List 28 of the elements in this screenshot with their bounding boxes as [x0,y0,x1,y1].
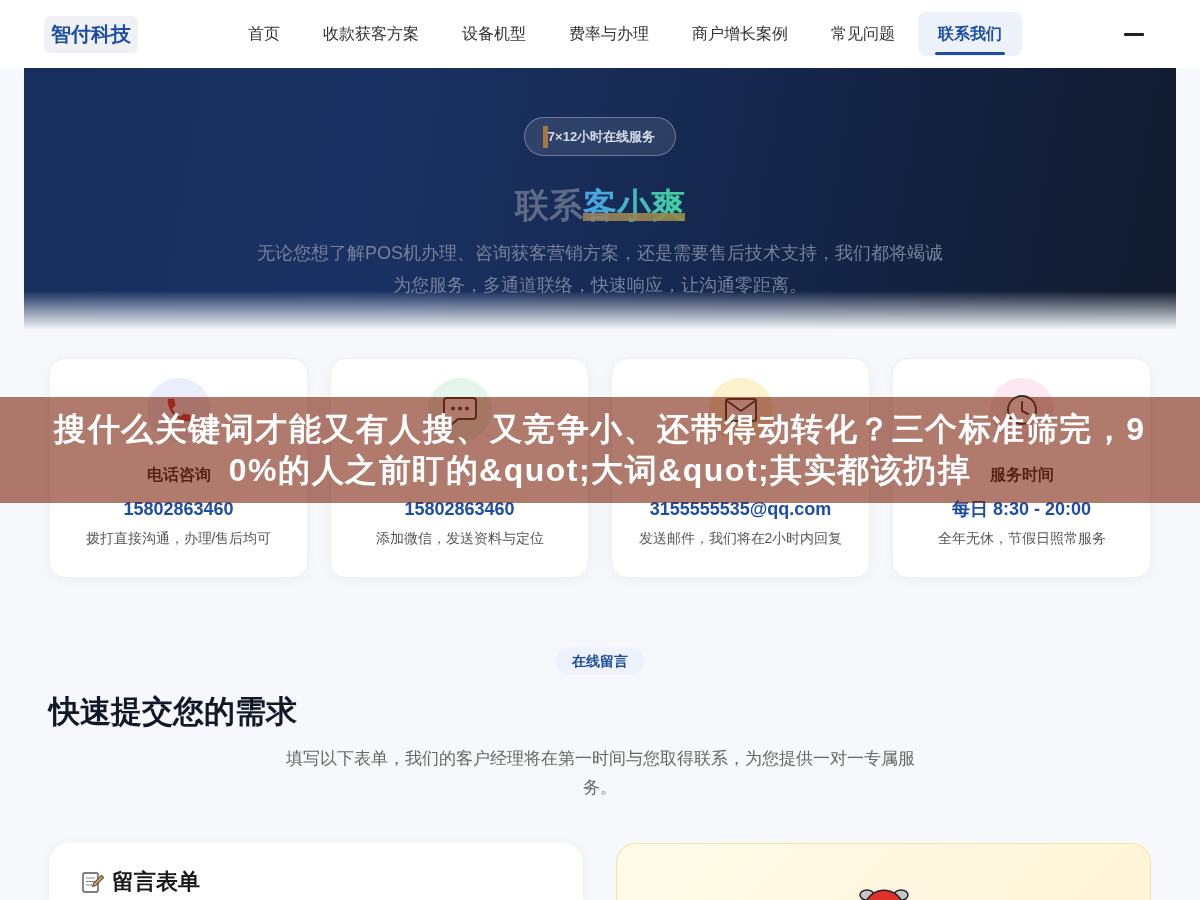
nav-link[interactable]: 常见问题 [811,12,915,56]
nav-link[interactable]: 费率与办理 [549,12,669,56]
logo[interactable]: 智付科技 [44,15,138,53]
contact-value: 每日 8:30 - 20:00 [951,498,1092,520]
hero-description: 无论您想了解POS机办理、咨询获客营销方案，还是需要售后技术支持，我们都将竭诚为您服务，多通道联络，快速响应，让沟通零距离。 [256,242,944,297]
card-note: 发送邮件，我们将在2小时内回复 [638,529,843,548]
card-note: 全年无休，节假日照常服务 [937,529,1106,548]
nav-link[interactable]: 商户增长案例 [672,12,808,56]
nav-link[interactable]: 设备机型 [442,12,546,56]
card-note: 添加微信，发送资料与定位 [375,529,544,548]
alarm-clock-icon [858,888,909,900]
accent-bar [542,125,548,148]
section-tag: 在线留言 [556,647,644,675]
card-note: 拨打直接沟通，办理/售后均可 [85,529,272,548]
contact-value: 3155555535@qq.com [649,498,832,520]
memo-icon [82,871,104,893]
nav-link[interactable]: 联系我们 [918,12,1022,56]
nav-link[interactable]: 收款获客方案 [303,12,439,56]
card-title: 电话咨询 [146,465,211,485]
contact-value: 15802863460 [404,498,515,520]
section-heading: 快速提交您的需求 [49,693,297,731]
section-description: 填写以下表单，我们的客户经理将在第一时间与您取得联系，为您提供一对一专属服务。 [284,748,916,799]
menu-icon[interactable] [1124,32,1144,36]
badge-text: 7×12小时在线服务 [547,127,656,146]
card-title: 服务时间 [989,465,1054,485]
contact-value: 15802863460 [123,498,234,520]
form-title: 留言表单 [112,869,200,895]
nav-link[interactable]: 首页 [228,12,300,56]
